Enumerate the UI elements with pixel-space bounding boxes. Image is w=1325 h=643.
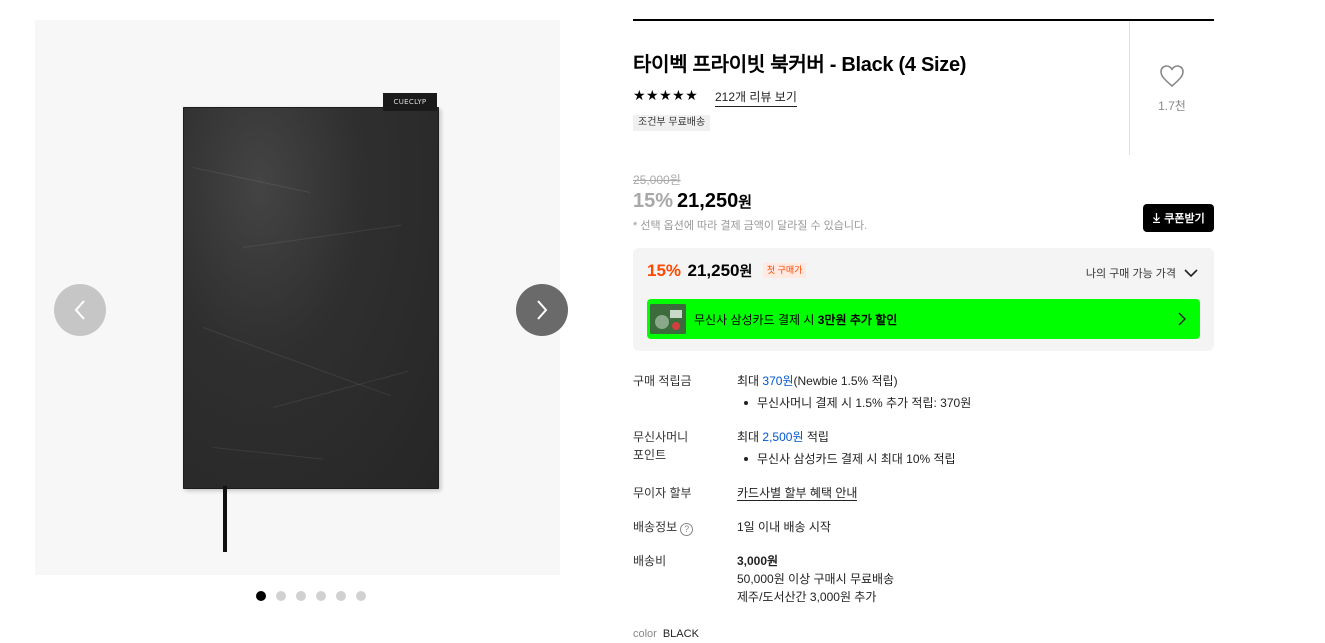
money-prefix: 최대: [737, 430, 763, 444]
chevron-down-icon: [1184, 269, 1198, 277]
header-divider: [633, 19, 1214, 21]
money-amount: 2,500원: [762, 430, 804, 444]
option-color: color BLACK: [633, 628, 699, 640]
points-amount: 370원: [762, 374, 794, 388]
delivery-label: 배송정보?: [633, 518, 723, 536]
card-banner-text-bold: 3만원 추가 할인: [817, 313, 898, 327]
fee-amount: 3,000원: [737, 554, 779, 568]
rating-stars: ★★★★★: [633, 87, 699, 103]
fee-value: 3,000원 50,000원 이상 구매시 무료배송 제주/도서산간 3,000…: [737, 552, 1207, 606]
gallery-dot[interactable]: [296, 591, 306, 601]
card-banner-thumbnail: [650, 304, 686, 334]
first-purchase-badge: 첫 구매가: [762, 263, 807, 278]
like-count: 1.7천: [1158, 99, 1186, 113]
points-bullet: 무신사머니 결제 시 1.5% 추가 적립: 370원: [737, 394, 1207, 412]
my-price-box: 15% 21,250원 첫 구매가 나의 구매 가능 가격 무신사 삼성카드 결…: [633, 248, 1214, 351]
my-price-unit: 원: [739, 263, 753, 279]
gallery-pagination: [256, 591, 366, 601]
gallery-dot[interactable]: [356, 591, 366, 601]
money-label-line1: 무신사머니: [633, 430, 689, 444]
help-icon[interactable]: ?: [680, 523, 694, 536]
price-note: * 선택 옵션에 따라 결제 금액이 달라질 수 있습니다.: [633, 220, 868, 232]
fee-free-condition: 50,000원 이상 구매시 무료배송: [737, 572, 895, 586]
points-suffix: (Newbie 1.5% 적립): [793, 374, 898, 388]
gallery-dot[interactable]: [336, 591, 346, 601]
chevron-left-icon: [74, 300, 85, 320]
installment-value: 카드사별 할부 혜택 안내: [737, 484, 1207, 502]
points-label: 구매 적립금: [633, 374, 692, 388]
chevron-right-icon: [1178, 312, 1186, 326]
delivery-value: 1일 이내 배송 시작: [737, 520, 831, 534]
coupon-label: 쿠폰받기: [1164, 213, 1205, 225]
installment-label: 무이자 할부: [633, 486, 692, 500]
card-banner-text: 무신사 삼성카드 결제 시 3만원 추가 할인: [694, 311, 897, 328]
brand-tag: CUECLYP: [383, 93, 437, 111]
product-title: 타이벡 프라이빗 북커버 - Black (4 Size): [633, 54, 967, 76]
product-image-gallery: CUECLYP: [35, 20, 560, 575]
coupon-button[interactable]: 쿠폰받기: [1143, 204, 1214, 232]
sale-amount: 21,250: [677, 190, 739, 212]
gallery-dot[interactable]: [316, 591, 326, 601]
chevron-right-icon: [537, 300, 548, 320]
fee-island: 제주/도서산간 3,000원 추가: [737, 590, 877, 604]
currency-unit: 원: [738, 194, 753, 211]
card-banner-text-prefix: 무신사 삼성카드 결제 시: [694, 313, 818, 327]
points-value: 최대 370원(Newbie 1.5% 적립) 무신사머니 결제 시 1.5% …: [737, 372, 1207, 412]
option-color-label: color: [633, 628, 657, 640]
money-bullet: 무신사 삼성카드 결제 시 최대 10% 적립: [737, 450, 1207, 468]
fee-label: 배송비: [633, 554, 667, 568]
card-discount-banner[interactable]: 무신사 삼성카드 결제 시 3만원 추가 할인: [647, 299, 1200, 339]
product-image-bookcover: [183, 107, 439, 489]
my-price: 15% 21,250원 첫 구매가: [647, 261, 807, 281]
my-price-toggle-label: 나의 구매 가능 가격: [1085, 268, 1176, 280]
gallery-dot[interactable]: [256, 591, 266, 601]
money-value: 최대 2,500원 적립 무신사 삼성카드 결제 시 최대 10% 적립: [737, 428, 1207, 468]
reviews-link[interactable]: 212개 리뷰 보기: [715, 88, 797, 107]
my-price-toggle[interactable]: 나의 구매 가능 가격: [1086, 265, 1198, 281]
gallery-dot[interactable]: [276, 591, 286, 601]
money-suffix: 적립: [803, 430, 829, 444]
sale-price: 15% 21,250원: [633, 190, 752, 213]
like-button[interactable]: 1.7천: [1149, 64, 1195, 114]
gallery-next-button[interactable]: [516, 284, 568, 336]
discount-percent: 15%: [633, 190, 674, 212]
delivery-label-text: 배송정보: [633, 520, 678, 534]
my-discount-percent: 15%: [647, 261, 682, 280]
bookmark-ribbon: [223, 486, 227, 552]
original-price: 25,000원: [633, 173, 681, 187]
like-divider: [1129, 21, 1130, 155]
gallery-prev-button[interactable]: [54, 284, 106, 336]
download-icon: [1153, 213, 1161, 223]
money-label-line2: 포인트: [633, 448, 667, 462]
my-price-amount: 21,250: [687, 261, 740, 280]
installment-link[interactable]: 카드사별 할부 혜택 안내: [737, 486, 858, 501]
option-color-value: BLACK: [662, 628, 699, 640]
money-label: 무신사머니 포인트: [633, 428, 723, 464]
shipping-badge: 조건부 무료배송: [633, 115, 711, 131]
points-prefix: 최대: [737, 374, 763, 388]
heart-icon: [1160, 65, 1184, 88]
